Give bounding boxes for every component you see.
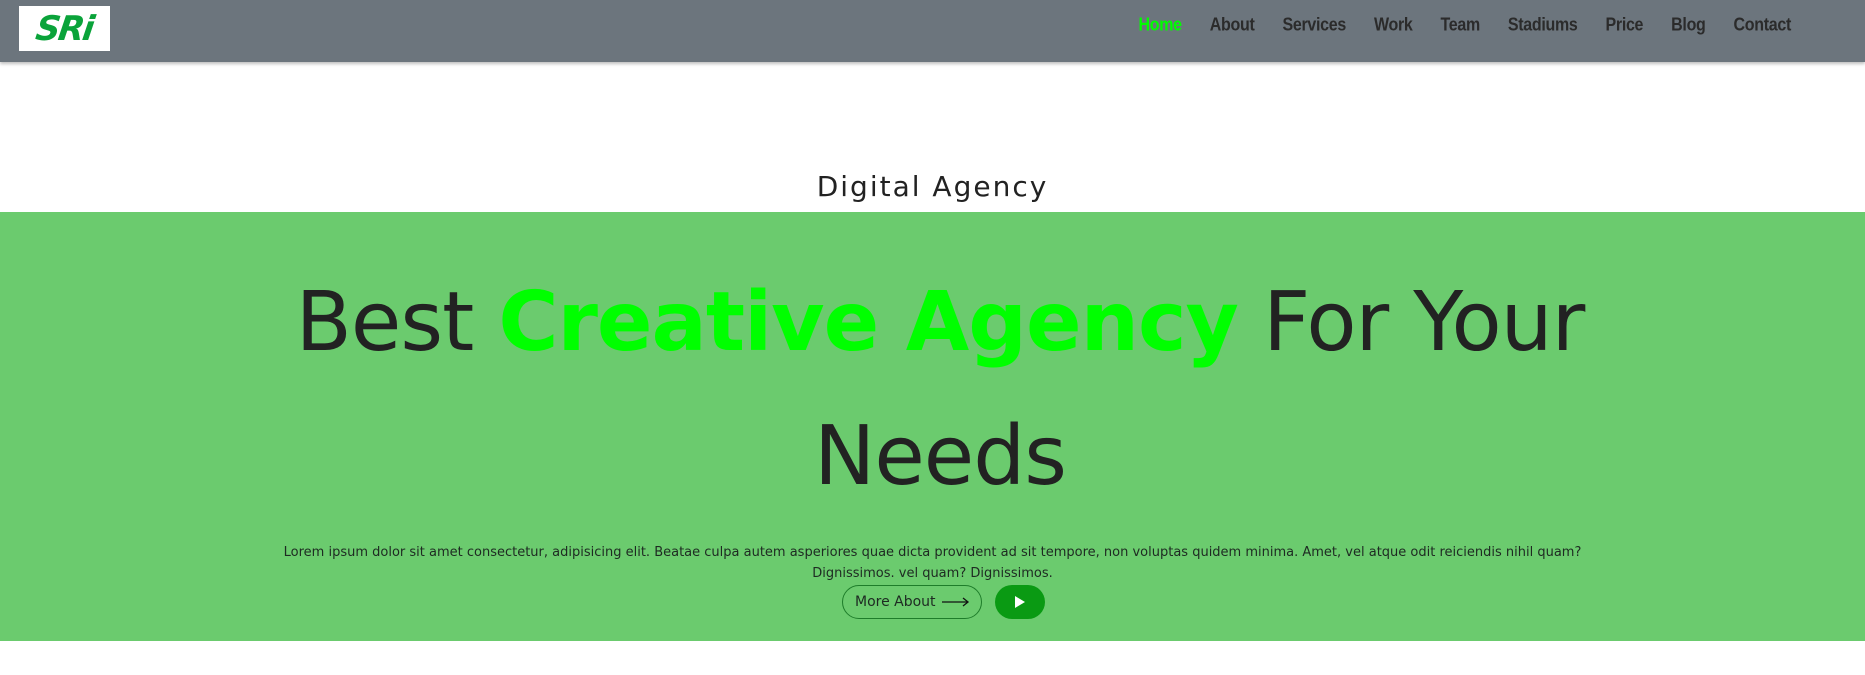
hero-kicker: Digital Agency [816, 170, 1049, 203]
nav-item-work[interactable]: Work [1360, 16, 1427, 37]
play-video-button[interactable] [994, 585, 1045, 619]
hero-actions: More About [842, 585, 1045, 619]
brand-logo-text: SRi [33, 8, 96, 49]
headline-highlight: Creative Agency [498, 275, 1239, 370]
more-about-button[interactable]: More About [842, 585, 982, 619]
play-icon [1014, 596, 1025, 608]
hero-headline: Best Creative Agency For Your Needs [250, 256, 1630, 524]
headline-before: Best [295, 275, 499, 370]
nav-item-about[interactable]: About [1196, 16, 1269, 37]
arrow-right-icon [941, 597, 969, 607]
nav-item-contact[interactable]: Contact [1720, 16, 1805, 37]
brand-logo[interactable]: SRi [19, 6, 110, 51]
nav-item-price[interactable]: Price [1592, 16, 1658, 37]
nav-item-services[interactable]: Services [1269, 16, 1360, 37]
main-nav: Home About Services Work Team Stadiums P… [1125, 16, 1805, 37]
navbar: SRi Home About Services Work Team Stadiu… [0, 0, 1865, 62]
hero-description: Lorem ipsum dolor sit amet consectetur, … [283, 545, 1582, 581]
nav-item-home[interactable]: Home [1125, 16, 1196, 37]
nav-item-team[interactable]: Team [1426, 16, 1493, 37]
nav-item-stadiums[interactable]: Stadiums [1494, 16, 1592, 37]
hero-section: Best Creative Agency For Your Needs Lore… [0, 212, 1865, 641]
nav-item-blog[interactable]: Blog [1657, 16, 1719, 37]
more-about-label: More About [855, 594, 936, 610]
